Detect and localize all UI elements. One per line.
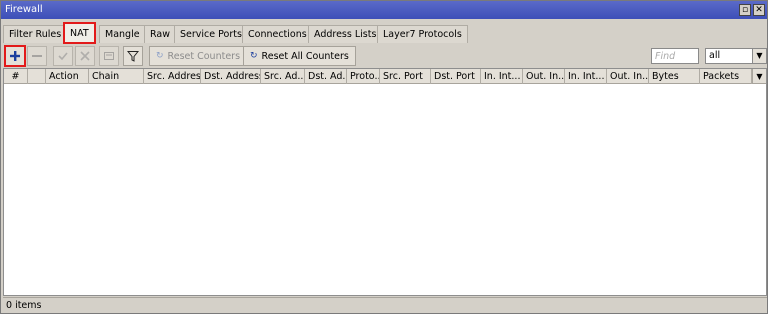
firewall-window: Firewall ▫ ✕ Filter Rules NAT Mangle Raw… — [0, 0, 768, 314]
toolbar: ↻ Reset Counters ↻ Reset All Counters al… — [3, 45, 767, 69]
item-count: 0 items — [6, 300, 42, 311]
column-bytes[interactable]: Bytes — [649, 69, 700, 84]
tab-bar: Filter Rules NAT Mangle Raw Service Port… — [3, 22, 767, 44]
funnel-icon — [127, 51, 139, 62]
tab-mangle[interactable]: Mangle — [99, 25, 146, 43]
column-protocol[interactable]: Proto... — [347, 69, 380, 84]
tab-layer7-protocols[interactable]: Layer7 Protocols — [377, 25, 468, 43]
check-icon — [58, 52, 68, 61]
remove-button[interactable] — [27, 46, 47, 66]
tab-service-ports[interactable]: Service Ports — [174, 25, 248, 43]
column-menu-icon[interactable]: ▼ — [752, 69, 766, 84]
minus-icon — [32, 55, 42, 57]
disable-button[interactable] — [75, 46, 95, 66]
reset-all-icon: ↻ — [250, 51, 258, 61]
column-src-address-list[interactable]: Src. Ad... — [261, 69, 305, 84]
column-in-interface[interactable]: In. Int... — [481, 69, 523, 84]
column-dst-address-list[interactable]: Dst. Ad... — [305, 69, 347, 84]
filter-select-value: all — [709, 50, 721, 61]
reset-icon: ↻ — [156, 51, 164, 61]
title-bar: Firewall ▫ ✕ — [1, 1, 767, 19]
tab-filter-rules[interactable]: Filter Rules — [3, 25, 68, 43]
column-src-port[interactable]: Src. Port — [380, 69, 431, 84]
window-title: Firewall — [5, 4, 43, 15]
plus-icon — [10, 51, 20, 61]
add-button[interactable] — [4, 45, 26, 67]
column-out-interface-list[interactable]: Out. In... — [607, 69, 649, 84]
filter-button[interactable] — [123, 46, 143, 66]
tab-raw[interactable]: Raw — [144, 25, 176, 43]
comment-icon — [104, 52, 114, 60]
column-dst-port[interactable]: Dst. Port — [431, 69, 481, 84]
column-flags[interactable] — [28, 69, 46, 84]
reset-all-counters-button[interactable]: ↻ Reset All Counters — [243, 46, 356, 66]
status-bar: 0 items — [3, 297, 767, 313]
enable-button[interactable] — [53, 46, 73, 66]
tab-connections[interactable]: Connections — [242, 25, 313, 43]
comment-button[interactable] — [99, 46, 119, 66]
column-action[interactable]: Action — [46, 69, 89, 84]
find-input[interactable] — [651, 48, 699, 64]
column-dst-address[interactable]: Dst. Address — [201, 69, 261, 84]
table-header: # Action Chain Src. Address Dst. Address… — [4, 69, 766, 84]
column-packets[interactable]: Packets — [700, 69, 752, 84]
column-chain[interactable]: Chain — [89, 69, 144, 84]
chevron-down-icon: ▼ — [752, 49, 766, 63]
reset-all-counters-label: Reset All Counters — [261, 50, 349, 62]
tab-address-lists[interactable]: Address Lists — [308, 25, 383, 43]
filter-select[interactable]: all ▼ — [705, 48, 767, 64]
tab-nat[interactable]: NAT — [63, 22, 96, 44]
x-icon — [80, 51, 90, 61]
close-button[interactable]: ✕ — [753, 4, 765, 16]
restore-button[interactable]: ▫ — [739, 4, 751, 16]
column-in-interface-list[interactable]: In. Int... — [565, 69, 607, 84]
nat-rules-table: # Action Chain Src. Address Dst. Address… — [3, 68, 767, 296]
reset-counters-button[interactable]: ↻ Reset Counters — [149, 46, 248, 66]
column-number[interactable]: # — [4, 69, 28, 84]
column-out-interface[interactable]: Out. In... — [523, 69, 565, 84]
column-src-address[interactable]: Src. Address — [144, 69, 201, 84]
reset-counters-label: Reset Counters — [167, 50, 241, 62]
